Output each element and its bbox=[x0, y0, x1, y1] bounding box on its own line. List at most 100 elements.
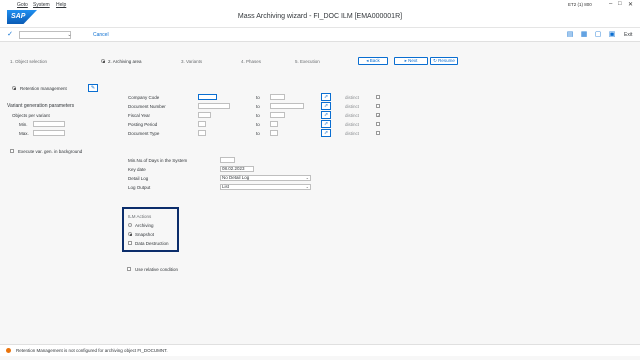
edit-icon[interactable]: ✎ bbox=[88, 84, 98, 92]
ilm-actions-heading: ILM Actions bbox=[128, 214, 152, 219]
window-title: Mass Archiving wizard - FI_DOC ILM [EMA0… bbox=[237, 13, 403, 20]
detail-log-label: Detail Log bbox=[128, 176, 149, 181]
key-date-input[interactable]: 08.02.2023 bbox=[220, 166, 254, 172]
status-message: Retention Management is not configured f… bbox=[16, 348, 168, 353]
company-code-to[interactable] bbox=[270, 94, 285, 100]
sap-logo: SAP bbox=[7, 10, 37, 24]
to-label: to bbox=[256, 131, 260, 136]
company-code-label: Company Code bbox=[128, 95, 160, 100]
document-number-to[interactable] bbox=[270, 103, 304, 109]
posting-period-label: Posting Period bbox=[128, 122, 158, 127]
distinct-label: distinct bbox=[345, 95, 360, 100]
system-info: ET2 (1) 800 bbox=[568, 2, 592, 7]
distinct-label: distinct bbox=[345, 113, 360, 118]
log-output-label: Log Output bbox=[128, 185, 151, 190]
detail-log-value: No Detail Log bbox=[222, 175, 250, 180]
fiscal-year-label: Fiscal Year bbox=[128, 113, 151, 118]
multi-select-icon[interactable]: ⇗ bbox=[321, 111, 331, 119]
variant-params-heading: Variant generation parameters bbox=[7, 103, 75, 109]
archiving-radio[interactable] bbox=[128, 223, 132, 227]
cancel-button[interactable]: Cancel bbox=[93, 32, 109, 38]
save-icon[interactable]: ▤ bbox=[566, 31, 574, 39]
log-output-select[interactable]: List ⌄ bbox=[220, 184, 311, 190]
snapshot-label: Snapshot bbox=[135, 232, 155, 237]
key-date-label: Key date bbox=[128, 167, 146, 172]
to-label: to bbox=[256, 95, 260, 100]
menu-goto[interactable]: Goto bbox=[17, 2, 28, 8]
document-type-from[interactable] bbox=[198, 130, 206, 136]
snapshot-radio[interactable] bbox=[128, 232, 132, 236]
execute-background-label: Execute var. gen. in background bbox=[18, 149, 83, 154]
title-bar: Goto System Help SAP Mass Archiving wiza… bbox=[0, 0, 640, 28]
maximize-icon[interactable]: □ bbox=[618, 1, 622, 7]
step-phases[interactable]: 4. Phases bbox=[241, 59, 261, 64]
warning-icon bbox=[6, 348, 11, 353]
data-destruction-checkbox[interactable] bbox=[128, 241, 132, 245]
checkmark-icon[interactable]: ✓ bbox=[6, 31, 14, 39]
close-icon[interactable]: ✕ bbox=[628, 1, 633, 8]
company-code-from[interactable] bbox=[198, 94, 217, 100]
exit-button[interactable]: Exit bbox=[624, 32, 632, 38]
fiscal-year-from[interactable] bbox=[198, 112, 211, 118]
menu-system[interactable]: System bbox=[33, 2, 50, 8]
chevron-down-icon[interactable]: ⌄ bbox=[66, 31, 73, 39]
fiscal-year-to[interactable] bbox=[270, 112, 285, 118]
toolbar: ✓ ⌄ Cancel ▤ ▦ ▢ ▣ Exit bbox=[0, 28, 640, 42]
distinct-label: distinct bbox=[345, 122, 360, 127]
archiving-label: Archiving bbox=[135, 223, 154, 228]
retention-management-label: Retention management bbox=[20, 86, 67, 91]
multi-select-icon[interactable]: ⇗ bbox=[321, 93, 331, 101]
log-output-value: List bbox=[222, 184, 230, 189]
min-days-label: Min.No.of Days in the System bbox=[128, 158, 188, 163]
multi-select-icon[interactable]: ⇗ bbox=[321, 129, 331, 137]
chevron-down-icon: ⌄ bbox=[305, 175, 309, 180]
step-variants[interactable]: 3. Variants bbox=[181, 59, 202, 64]
screen-icon[interactable]: ▣ bbox=[608, 31, 616, 39]
max-label: Max. bbox=[19, 131, 29, 136]
step-object-selection[interactable]: 1. Object selection bbox=[10, 59, 47, 64]
step-execution[interactable]: 5. Execution bbox=[295, 59, 320, 64]
document-number-label: Document Number bbox=[128, 104, 166, 109]
use-relative-checkbox[interactable] bbox=[127, 267, 131, 271]
step-current-radio bbox=[101, 59, 105, 63]
distinct-checkbox[interactable] bbox=[376, 95, 380, 99]
multi-select-icon[interactable]: ⇗ bbox=[321, 120, 331, 128]
execute-background-checkbox[interactable] bbox=[10, 149, 14, 153]
ilm-actions-group: ILM Actions Archiving Snapshot Data Dest… bbox=[122, 207, 179, 252]
objects-per-variant-label: Objects per variant bbox=[12, 113, 50, 118]
command-field[interactable] bbox=[19, 31, 71, 39]
back-button[interactable]: ◂ Back bbox=[358, 57, 388, 65]
menu-help[interactable]: Help bbox=[56, 2, 66, 8]
document-type-to[interactable] bbox=[270, 130, 278, 136]
detail-log-select[interactable]: No Detail Log ⌄ bbox=[220, 175, 311, 181]
posting-period-to[interactable] bbox=[270, 121, 278, 127]
next-button[interactable]: ▸ Next bbox=[394, 57, 428, 65]
use-relative-label: Use relative condition bbox=[135, 267, 179, 272]
multi-select-icon[interactable]: ⇗ bbox=[321, 102, 331, 110]
menu-bar: Goto System Help bbox=[0, 0, 640, 9]
to-label: to bbox=[256, 113, 260, 118]
resume-button[interactable]: ↻ Resume bbox=[430, 57, 458, 65]
min-label: Min. bbox=[19, 122, 28, 127]
document-number-from[interactable] bbox=[198, 103, 230, 109]
distinct-checkbox[interactable]: ✓ bbox=[376, 113, 380, 118]
step-archiving-area[interactable]: 2. Archiving area bbox=[108, 59, 142, 64]
chevron-down-icon: ⌄ bbox=[305, 184, 309, 189]
to-label: to bbox=[256, 104, 260, 109]
distinct-checkbox[interactable] bbox=[376, 131, 380, 135]
min-days-input[interactable] bbox=[220, 157, 235, 163]
min-input[interactable] bbox=[33, 121, 65, 127]
distinct-label: distinct bbox=[345, 104, 360, 109]
to-label: to bbox=[256, 122, 260, 127]
posting-period-from[interactable] bbox=[198, 121, 206, 127]
distinct-checkbox[interactable] bbox=[376, 104, 380, 108]
minimize-icon[interactable]: – bbox=[609, 1, 612, 7]
distinct-label: distinct bbox=[345, 131, 360, 136]
data-destruction-label: Data Destruction bbox=[135, 241, 169, 246]
retention-radio[interactable] bbox=[12, 86, 16, 90]
window-icon[interactable]: ▢ bbox=[594, 31, 602, 39]
document-type-label: Document Type bbox=[128, 131, 160, 136]
layout-icon[interactable]: ▦ bbox=[580, 31, 588, 39]
distinct-checkbox[interactable] bbox=[376, 122, 380, 126]
max-input[interactable] bbox=[33, 130, 65, 136]
